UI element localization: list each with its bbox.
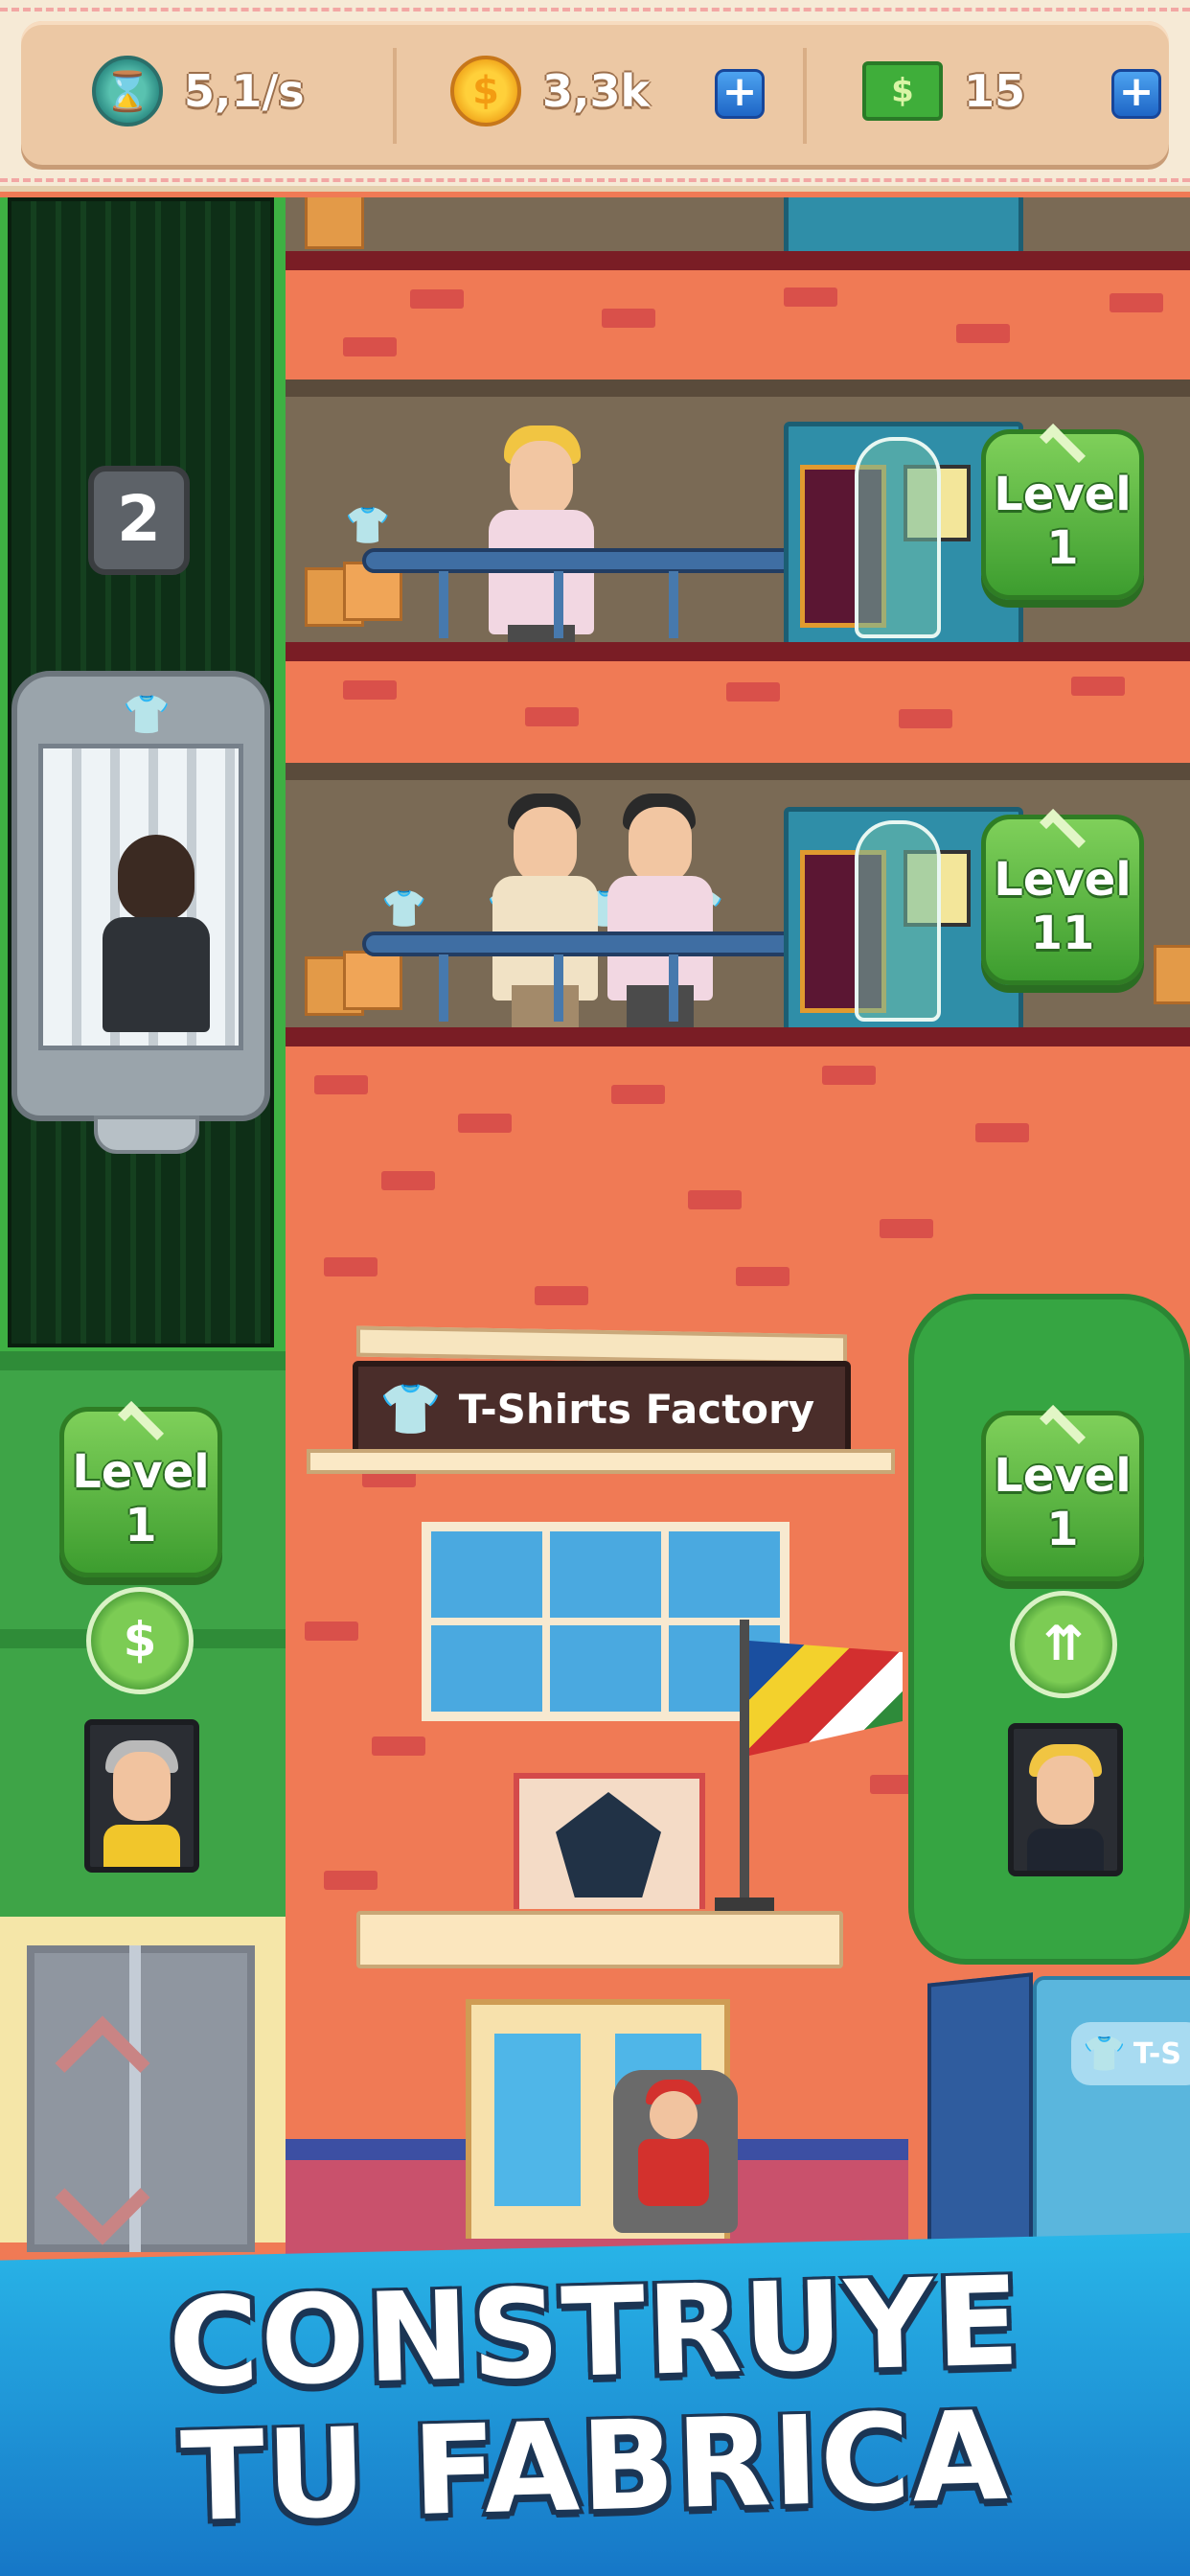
tshirt-icon: 👕 xyxy=(379,1380,442,1438)
box-icon xyxy=(1154,945,1190,1004)
elevator-level-button[interactable]: Level 1 xyxy=(59,1400,222,1577)
tshirt-icon: 👕 xyxy=(381,887,427,930)
locked-worker-silhouette xyxy=(855,437,941,638)
elevator-operator-head xyxy=(118,835,195,921)
tshirt-icon: 👕 xyxy=(1083,2035,1126,2074)
add-coins-button[interactable]: + xyxy=(715,69,765,119)
sign-ledge xyxy=(307,1449,895,1474)
ground-elevator-door xyxy=(0,1917,286,2252)
chevron-up-icon xyxy=(1039,808,1087,856)
warehouse-boost-button[interactable]: ⇈ xyxy=(1010,1591,1117,1698)
cabin-base xyxy=(94,1116,199,1154)
coin-icon: $ xyxy=(450,56,521,126)
floor-1-level-button[interactable]: Level 1 xyxy=(981,423,1144,600)
locked-worker-silhouette xyxy=(855,820,941,1022)
stitch-top xyxy=(0,8,1190,12)
level-label: Level xyxy=(994,1449,1132,1503)
divider xyxy=(803,48,807,144)
production-floor-top[interactable] xyxy=(286,197,1190,270)
truck-door xyxy=(927,1972,1033,2271)
level-label: Level xyxy=(994,853,1132,907)
brick-wall xyxy=(286,270,1190,380)
conveyor-belt xyxy=(362,548,803,573)
level-value: 1 xyxy=(1046,521,1079,575)
box-icon xyxy=(305,197,364,249)
level-label: Level xyxy=(994,468,1132,521)
chevron-up-icon xyxy=(1039,423,1087,471)
cash-value: 15 xyxy=(964,65,1026,117)
warehouse-manager-avatar[interactable] xyxy=(1008,1723,1123,1876)
delivery-truck[interactable] xyxy=(1033,1976,1190,2264)
flag-pole xyxy=(740,1620,749,1907)
conveyor-belt xyxy=(362,932,803,956)
cash-icon: $ xyxy=(862,61,943,121)
factory-name: T-Shirts Factory xyxy=(458,1385,815,1433)
chevron-up-icon xyxy=(1039,1404,1087,1452)
cabin-interior xyxy=(38,744,243,1050)
truck-label: 👕 T-S xyxy=(1071,2022,1190,2085)
factory-sign: 👕 T-Shirts Factory xyxy=(353,1361,851,1457)
elevator-operator-body xyxy=(103,917,210,1032)
tshirt-icon: 👕 xyxy=(345,504,391,546)
level-value: 1 xyxy=(125,1499,157,1552)
worker-head xyxy=(514,807,577,884)
add-cash-button[interactable]: + xyxy=(1111,69,1161,119)
tshirt-icon: 👕 xyxy=(123,693,171,737)
worker-head xyxy=(629,807,692,884)
box-icon xyxy=(343,951,402,1010)
level-label: Level xyxy=(72,1445,210,1499)
factory-balcony xyxy=(356,1911,843,1968)
warehouse-level-button[interactable]: Level 1 xyxy=(981,1404,1144,1581)
income-rate: ⌛ 5,1/s xyxy=(92,48,305,134)
level-value: 11 xyxy=(1030,907,1095,960)
floor-counter: 2 xyxy=(88,466,190,575)
income-rate-value: 5,1/s xyxy=(184,65,305,117)
worker-head xyxy=(510,441,573,518)
coin-value: 3,3k xyxy=(542,65,651,117)
chevron-up-icon xyxy=(117,1400,165,1448)
hourglass-icon: ⌛ xyxy=(92,56,163,126)
forklift-driver[interactable] xyxy=(613,2070,738,2233)
resource-bar: ⌛ 5,1/s $ 3,3k + $ 15 + xyxy=(0,0,1190,192)
stitch-bottom xyxy=(0,178,1190,182)
elevator-cabin[interactable]: 👕 xyxy=(11,671,270,1154)
truck-label-text: T-S xyxy=(1133,2036,1181,2071)
level-value: 1 xyxy=(1046,1503,1079,1556)
elevator-boost-button[interactable]: $ xyxy=(86,1587,194,1694)
brick-wall xyxy=(286,661,1190,763)
factory-windows xyxy=(422,1522,790,1721)
floor-2-level-button[interactable]: Level 11 xyxy=(981,808,1144,985)
divider xyxy=(393,48,397,144)
elevator-manager-avatar[interactable] xyxy=(84,1719,199,1873)
coin-balance: $ 3,3k xyxy=(450,48,650,134)
cash-balance: $ 15 xyxy=(862,48,1025,134)
